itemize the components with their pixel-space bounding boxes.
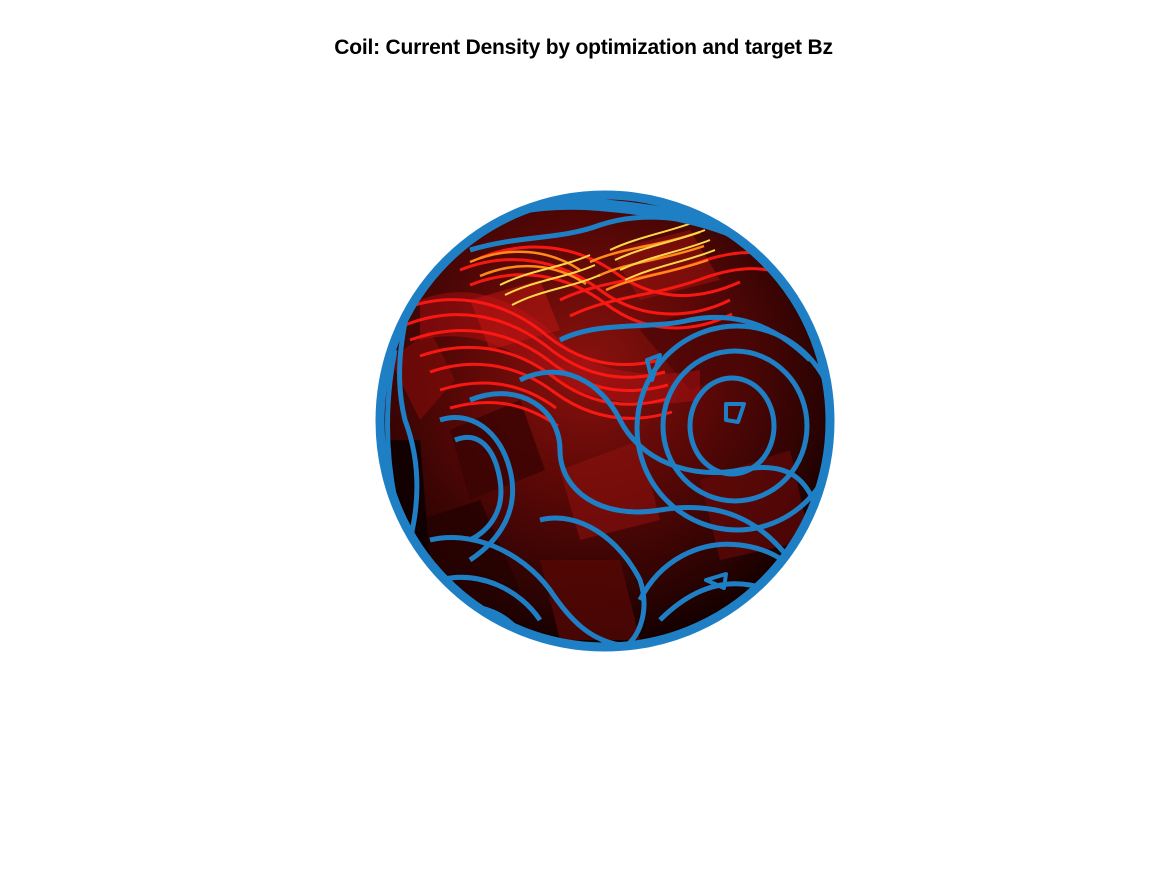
figure-window: Coil: Current Density by optimization an… bbox=[0, 0, 1167, 875]
coil-sphere-plot bbox=[375, 190, 835, 652]
